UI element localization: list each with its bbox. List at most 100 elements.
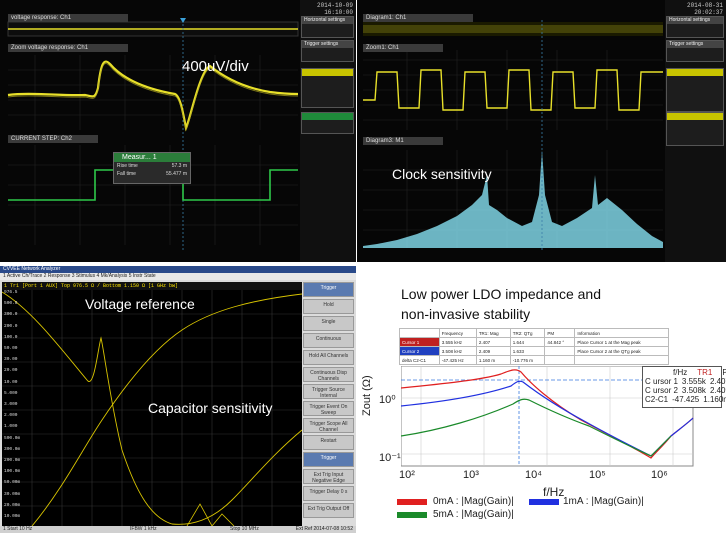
vna-y-tick: 100.0m (4, 469, 21, 475)
measure-box[interactable]: Measur... 1 Rise time 57.3 m Fall time 55.… (113, 152, 191, 184)
cursor-table-cell: 1.644 (509, 337, 546, 347)
math-label (667, 113, 723, 120)
vna-y-axis: 976.5 500.0 300.0 200.0 100.0 50.00 30.00 20.00… (4, 290, 34, 526)
horizontal-settings-box[interactable]: Horizontal settings (666, 16, 724, 38)
cursor-table-cell: Place Cursor 2 at the QTg peak (574, 346, 669, 356)
math-settings-box[interactable] (666, 112, 724, 146)
vna-y-tick: 976.5 (4, 290, 18, 295)
ch1-label (302, 69, 353, 76)
cursor-table-cell: Cursor 1 (399, 337, 440, 347)
overview-title: Diagram1: Ch1 (363, 14, 473, 22)
timestamp: 2014-08-31 20:02:37 (686, 2, 723, 16)
vna-softkey-5[interactable]: Continuous Disp Channels (303, 367, 354, 382)
ldo-title-1: Low power LDO impedance and (401, 286, 602, 302)
vna-softkey-8[interactable]: Trigger Scope All Channel (303, 418, 354, 433)
readout-cell: -47.425 (672, 395, 700, 404)
cursor-table-cell: 44.842 ° (544, 337, 576, 347)
vna-softkey-4[interactable]: Hold All Channels (303, 350, 354, 365)
cursor-table-row: Cursor 1 3.555 kHz 2.407 1.644 44.842 ° Place… (399, 337, 669, 347)
scope-panel-voltage-response: voltage response: Ch1 Zoom voltage respo… (0, 0, 356, 262)
cursor-table-cell: 1.160 m (475, 355, 511, 365)
x-axis-label: f/Hz (543, 485, 565, 499)
x-tick: 10² (399, 469, 415, 481)
ch2-settings-box[interactable] (301, 112, 354, 134)
overview-title: voltage response: Ch1 (8, 14, 128, 22)
ch1-label (667, 69, 723, 76)
vna-y-tick: 1.000 (4, 424, 18, 430)
vna-y-tick: 5.000 (4, 390, 18, 396)
readout-cell: 2.407 (709, 377, 726, 386)
cursor-table-row: delta C2-C1 -47.425 Hz 1.160 m -10.776 m (399, 355, 669, 365)
fall-label: Fall time (117, 171, 136, 177)
trigger-settings-box[interactable]: Trigger settings (301, 40, 354, 62)
vna-y-tick: 300.0m (4, 446, 21, 452)
vna-y-tick: 20.00 (4, 368, 18, 374)
timestamp: 2014-10-09 16:10:00 (316, 2, 353, 16)
readout-row: C ursor 23.508k2.409 (645, 386, 726, 395)
cursor-table-cell: Place Cursor 1 at the Mag peak (574, 337, 669, 347)
vna-y-tick: 200.0 (4, 323, 18, 329)
trigger-settings-label: Trigger settings (667, 41, 723, 48)
vna-y-tick: 20.00m (4, 502, 21, 508)
vna-y-tick: 500.0m (4, 435, 21, 441)
vna-menu-bar[interactable]: 1 Active Ch/Trace 2 Response 3 Stimulus … (0, 273, 356, 280)
vna-softkey-9[interactable]: Restart (303, 435, 354, 450)
ch1-settings-box[interactable] (666, 68, 724, 112)
y-tick-1: 10⁻¹ (379, 452, 401, 464)
legend-swatch-5ma (397, 512, 427, 518)
x-tick: 10⁶ (651, 469, 668, 481)
readout-header: f/Hz TR1 PM (645, 368, 726, 377)
horizontal-settings-box[interactable]: Horizontal settings (301, 16, 354, 38)
trigger-settings-box[interactable]: Trigger settings (666, 40, 724, 62)
cursor-table-header: TR2: QTg (509, 328, 546, 338)
vna-softkey-0: Trigger (303, 282, 354, 297)
vna-y-tick: 500.0 (4, 301, 18, 307)
vna-trace-header: 1 Tr1 [Port 1 AUX] Top 976.5 Ω / Bottom … (2, 282, 302, 290)
cursor-table-header: TR1: Mag (475, 328, 511, 338)
cursor-table-cell (574, 355, 669, 365)
measure-row-rise: Rise time 57.3 m (114, 162, 190, 170)
cursor-table-cell (544, 346, 576, 356)
current-title: CURRENT STEP: Ch2 (8, 135, 98, 143)
ch1-settings-box[interactable] (301, 68, 354, 108)
vna-window-title: CVVEE Network Analyzer (0, 266, 356, 273)
vna-softkey-2[interactable]: Single (303, 316, 354, 331)
cursor-table-cell: 2.409 (475, 346, 511, 356)
readout-header-cell: PM (722, 368, 726, 377)
legend-5ma: 5mA : |Mag(Gain)| (433, 509, 514, 520)
vna-softkey-12[interactable]: Trigger Delay 0 s (303, 486, 354, 501)
vna-softkey-13[interactable]: Ext Trig Output Off (303, 503, 354, 518)
cursor-table-cell: delta C2-C1 (399, 355, 440, 365)
network-analyzer-panel: CVVEE Network Analyzer 1 Active Ch/Trace… (0, 266, 356, 533)
vna-y-tick: 200.0m (4, 458, 21, 463)
readout-header-cell: f/Hz (673, 368, 688, 377)
vna-softkey-7[interactable]: Trigger Event On Sweep (303, 401, 354, 416)
status-start: 1 Start 10 Hz (3, 526, 33, 532)
horizontal-settings-label: Horizontal settings (302, 17, 353, 24)
vna-softkey-6[interactable]: Trigger Source Internal (303, 384, 354, 399)
rise-label: Rise time (117, 163, 138, 169)
annotation-400uv: 400uV/div (182, 58, 249, 75)
vna-y-tick: 30.00 (4, 357, 18, 363)
zoom-title: Zoom1: Ch1 (363, 44, 443, 52)
y-tick-0: 10⁰ (379, 394, 396, 406)
readout-cell: 3.555k (681, 377, 706, 386)
readout-row: C2-C1-47.4251.160m (645, 395, 726, 404)
vna-softkey-3[interactable]: Continuous (303, 333, 354, 348)
legend-swatch-1ma (529, 499, 559, 505)
vna-y-tick: 100.0 (4, 334, 18, 340)
cursor-table-cell: 3.508 kHz (438, 346, 477, 356)
zoom-title: Zoom voltage response: Ch1 (8, 44, 128, 52)
measure-row-fall: Fall time 55.477 m (114, 170, 190, 178)
readout-box: f/Hz TR1 PMC ursor 13.555k2.40744.842 °C u… (642, 366, 726, 408)
cursor-table: Frequency TR1: Mag TR2: QTg PM Information Cu… (399, 328, 669, 365)
x-tick: 10³ (463, 469, 479, 481)
fall-value: 55.477 m (166, 171, 187, 177)
readout-cell: 3.508k (681, 386, 706, 395)
cursor-table-cell (544, 355, 576, 365)
legend-swatch-0ma (397, 499, 427, 505)
vna-softkey-1[interactable]: Hold (303, 299, 354, 314)
vna-softkey-11[interactable]: Ext Trig Input Negative Edge (303, 469, 354, 484)
y-axis-label: Zout (Ω) (361, 375, 373, 416)
cursor-table-cell: -10.776 m (509, 355, 546, 365)
